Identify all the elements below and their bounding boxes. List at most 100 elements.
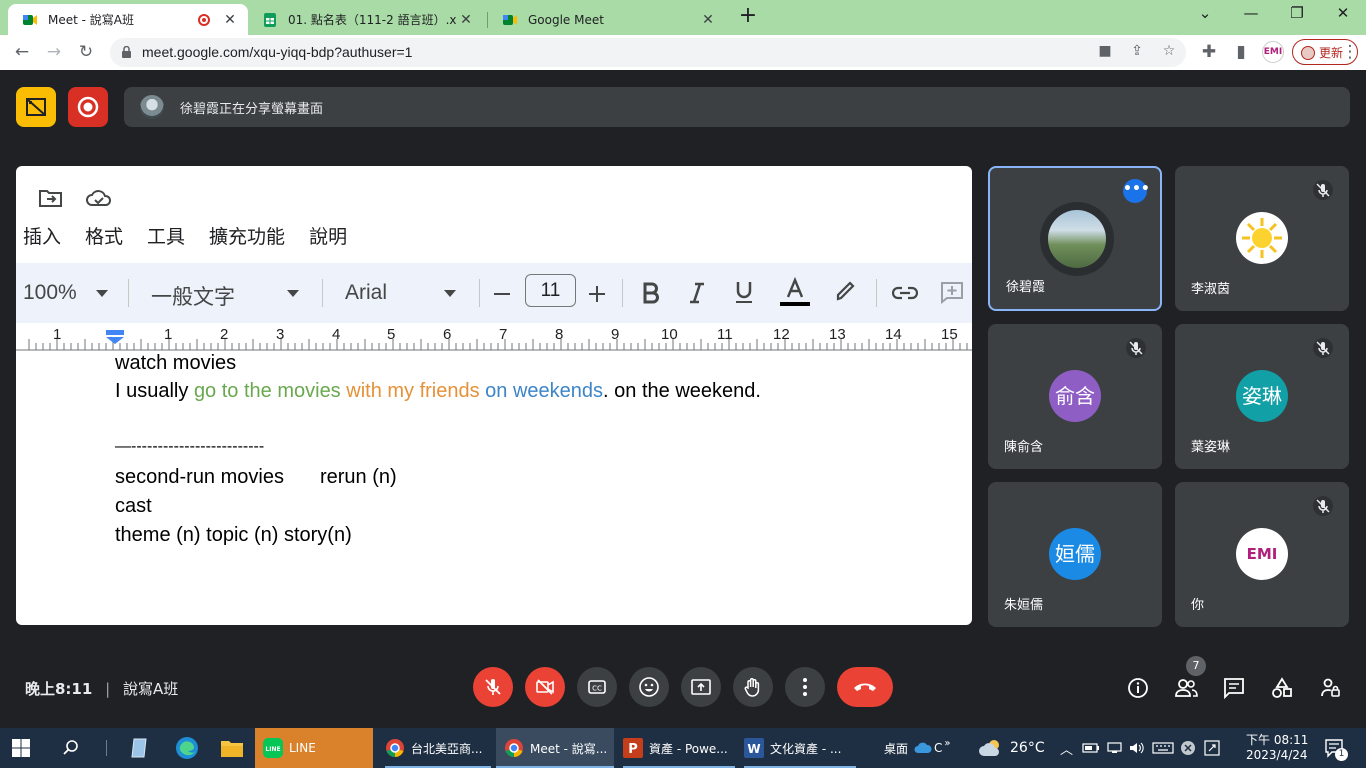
menu-tools[interactable]: 工具	[147, 222, 185, 249]
toolbar-divider	[622, 279, 623, 307]
desktop-toolbar[interactable]: 桌面	[884, 728, 908, 768]
ruler-label: 10	[661, 326, 678, 343]
tab-google-meet[interactable]: Google Meet ✕	[488, 4, 726, 35]
decrease-font-size-icon[interactable]	[493, 287, 511, 301]
participant-tile[interactable]: 姿琳 葉姿琳	[1175, 324, 1349, 469]
raise-hand-button[interactable]	[733, 667, 773, 707]
participant-tile[interactable]: ••• 徐碧霞	[988, 166, 1162, 311]
close-circle-icon[interactable]	[1180, 740, 1196, 756]
taskbar-powerpoint-app[interactable]: P 資產 - Powe...	[623, 728, 735, 768]
ruler-label: 2	[220, 326, 229, 343]
reload-icon[interactable]: ↻	[74, 41, 98, 65]
address-bar[interactable]: meet.google.com/xqu-yiqq-bdp?authuser=1 …	[110, 38, 1186, 67]
highlight-color-icon[interactable]	[834, 279, 858, 303]
bookmark-star-icon[interactable]: ☆	[1159, 43, 1179, 63]
taskbar-word-app[interactable]: W 文化資產 - ...	[744, 728, 856, 768]
taskbar-chrome-window-2[interactable]: Meet - 說寫...	[496, 728, 614, 768]
recording-button[interactable]	[68, 87, 108, 127]
people-icon[interactable]	[1174, 676, 1198, 700]
chat-icon[interactable]	[1222, 676, 1246, 700]
reactions-button[interactable]	[629, 667, 669, 707]
style-dropdown-icon[interactable]	[287, 290, 299, 297]
new-tab-button[interactable]: +	[736, 5, 760, 29]
mic-toggle-button[interactable]	[473, 667, 513, 707]
svg-text:CC: CC	[592, 685, 602, 693]
tab-search-icon[interactable]: ⌄	[1182, 4, 1228, 26]
zoom-select[interactable]: 100%	[23, 281, 77, 305]
meeting-info-icon[interactable]	[1126, 676, 1150, 700]
taskbar-notes-app[interactable]	[128, 728, 150, 768]
side-panel-icon[interactable]: ▮	[1229, 41, 1253, 65]
participant-avatar: 姿琳	[1236, 370, 1288, 422]
camera-toggle-button[interactable]	[525, 667, 565, 707]
hand-icon	[744, 678, 760, 697]
tab-meet-class[interactable]: Meet - 說寫A班 ✕	[8, 4, 248, 35]
clock-date: 2023/4/24	[1246, 748, 1308, 762]
move-to-folder-icon[interactable]	[38, 186, 64, 210]
font-size-input[interactable]: 11	[525, 274, 576, 307]
taskbar-explorer-app[interactable]	[220, 728, 244, 768]
participant-tile[interactable]: EMI 你	[1175, 482, 1349, 627]
camera-in-use-icon[interactable]: ■	[1095, 43, 1115, 63]
host-controls-icon[interactable]	[1318, 676, 1342, 700]
captions-button[interactable]: CC	[577, 667, 617, 707]
more-options-icon[interactable]: •••	[1123, 179, 1150, 203]
close-window-button[interactable]: ✕	[1320, 4, 1366, 26]
weather-widget[interactable]: 26°C	[978, 728, 1045, 768]
restore-button[interactable]: ❐	[1274, 4, 1320, 26]
paragraph-style-select[interactable]: 一般文字	[151, 281, 235, 311]
back-icon[interactable]: ←	[10, 41, 34, 65]
menu-format[interactable]: 格式	[85, 222, 123, 249]
forward-icon[interactable]: →	[42, 41, 66, 65]
text-color-icon[interactable]	[778, 277, 812, 309]
muted-mic-icon	[1126, 338, 1146, 358]
media-off-button[interactable]	[16, 87, 56, 127]
taskbar-edge-app[interactable]	[175, 728, 199, 768]
taskbar-chrome-window-1[interactable]: 台北美亞商...	[385, 728, 491, 768]
participant-tile[interactable]: 俞含 陳俞含	[988, 324, 1162, 469]
notification-center[interactable]: 1	[1324, 728, 1348, 768]
profile-avatar[interactable]: EMI	[1262, 41, 1284, 63]
format-toolbar: 100% 一般文字 Arial 11	[16, 263, 972, 323]
recording-indicator-icon	[198, 13, 210, 26]
tab-attendance-sheet[interactable]: 01. 點名表（111-2 語言班）.xlsx ✕	[248, 4, 484, 35]
menu-insert[interactable]: 插入	[23, 222, 61, 249]
italic-icon[interactable]	[686, 281, 708, 305]
minimize-button[interactable]: —	[1228, 4, 1274, 26]
network-icon[interactable]	[1106, 741, 1124, 755]
font-select[interactable]: Arial	[345, 281, 387, 305]
participant-tile[interactable]: 李淑茵	[1175, 166, 1349, 311]
participant-tile[interactable]: 姮儒 朱姮儒	[988, 482, 1162, 627]
leave-call-button[interactable]	[837, 667, 893, 707]
increase-font-size-icon[interactable]	[588, 285, 606, 303]
start-button[interactable]	[12, 728, 30, 768]
share-icon[interactable]: ⇪	[1127, 43, 1147, 63]
font-dropdown-icon[interactable]	[444, 290, 456, 297]
menu-extensions[interactable]: 擴充功能	[209, 222, 285, 249]
more-options-button[interactable]	[785, 667, 825, 707]
insert-link-icon[interactable]	[892, 285, 918, 301]
activities-icon[interactable]	[1270, 676, 1294, 700]
battery-icon[interactable]	[1082, 741, 1100, 755]
search-button[interactable]	[62, 728, 80, 768]
close-tab-icon[interactable]: ✕	[698, 12, 718, 28]
participant-avatar: EMI	[1236, 528, 1288, 580]
indent-marker-icon[interactable]	[106, 330, 124, 344]
close-tab-icon[interactable]: ✕	[220, 12, 240, 28]
tray-overflow-icon[interactable]: ︿	[1060, 728, 1073, 768]
zoom-dropdown-icon[interactable]	[96, 290, 108, 297]
present-screen-button[interactable]	[681, 667, 721, 707]
add-comment-icon[interactable]	[939, 280, 965, 304]
volume-icon[interactable]	[1128, 741, 1146, 755]
onedrive-tray[interactable]: C »	[914, 728, 951, 768]
close-tab-icon[interactable]: ✕	[456, 12, 476, 28]
extensions-icon[interactable]: ✚	[1197, 41, 1221, 65]
menu-help[interactable]: 說明	[309, 222, 347, 249]
keyboard-icon[interactable]	[1152, 741, 1174, 755]
ime-icon[interactable]	[1204, 740, 1220, 756]
browser-menu-icon[interactable]: ⋮	[1338, 41, 1362, 65]
bold-icon[interactable]	[640, 281, 662, 305]
underline-icon[interactable]	[733, 279, 755, 305]
cloud-saved-icon[interactable]	[84, 186, 114, 210]
system-clock[interactable]: 下午 08:11 2023/4/24	[1246, 728, 1308, 768]
